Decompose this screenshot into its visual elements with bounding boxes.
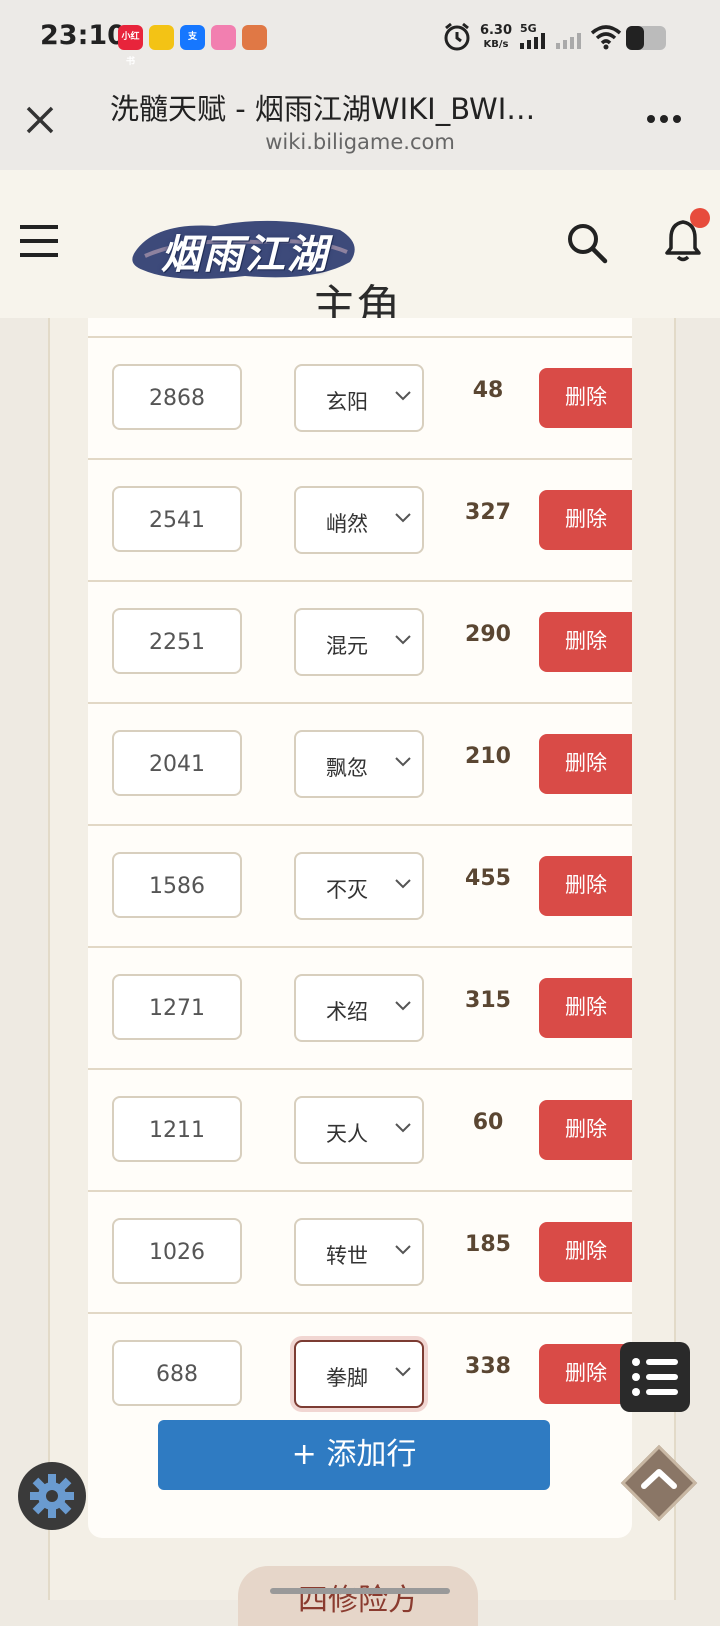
chevron-down-icon <box>395 391 411 401</box>
talent-id-input[interactable]: 1586 <box>112 852 242 918</box>
chevron-down-icon <box>395 513 411 523</box>
talent-type-value: 拳脚 <box>326 1366 368 1390</box>
table-row: 1026 转世 185 删除 <box>88 1190 632 1312</box>
talent-type-value: 术绍 <box>326 1000 368 1024</box>
table-row: 1211 天人 60 删除 <box>88 1068 632 1190</box>
talent-id-input[interactable]: 2868 <box>112 364 242 430</box>
gear-icon <box>30 1474 74 1518</box>
talent-type-select[interactable]: 天人 <box>294 1096 424 1164</box>
notification-badge <box>690 208 710 228</box>
chevron-down-icon <box>395 757 411 767</box>
table-row: 2868 玄阳 48 删除 <box>88 336 632 458</box>
talent-type-value: 混元 <box>326 634 368 658</box>
speed-unit: KB/s <box>483 39 509 50</box>
signal-icon <box>520 33 545 49</box>
flower-app-icon <box>211 25 236 50</box>
talent-type-select[interactable]: 峭然 <box>294 486 424 554</box>
delete-row-button[interactable]: 删除 <box>539 490 632 550</box>
signal-2-icon <box>556 33 581 49</box>
table-row: 2041 飘忽 210 删除 <box>88 702 632 824</box>
talent-type-select[interactable]: 术绍 <box>294 974 424 1042</box>
delete-row-button[interactable]: 删除 <box>539 1222 632 1282</box>
speed-value: 6.30 <box>479 23 513 38</box>
page-url[interactable]: wiki.biligame.com <box>0 130 720 154</box>
delete-row-button[interactable]: 删除 <box>539 612 632 672</box>
table-row: 2541 峭然 327 删除 <box>88 458 632 580</box>
list-menu-button[interactable] <box>620 1342 690 1412</box>
talent-value: 60 <box>472 1110 504 1135</box>
xiaohongshu-icon: 小红书 <box>118 25 143 67</box>
talent-type-value: 转世 <box>326 1244 368 1268</box>
status-bar: 23:10 小红书支 6.30 KB/s 5G <box>0 0 720 78</box>
talent-id-input[interactable]: 1026 <box>112 1218 242 1284</box>
settings-button[interactable] <box>18 1462 86 1530</box>
talent-type-select[interactable]: 混元 <box>294 608 424 676</box>
delete-row-button[interactable]: 删除 <box>539 734 632 794</box>
table-row: 1271 术绍 315 删除 <box>88 946 632 1068</box>
talent-type-value: 飘忽 <box>326 756 368 780</box>
talent-id-input[interactable]: 1211 <box>112 1096 242 1162</box>
chevron-down-icon <box>395 635 411 645</box>
menu-icon[interactable] <box>20 225 60 257</box>
page-title: 洗髓天赋 - 烟雨江湖WIKI_BWI… <box>110 92 536 126</box>
table-row: 1586 不灭 455 删除 <box>88 824 632 946</box>
delete-row-button[interactable]: 删除 <box>539 1344 632 1404</box>
talent-type-value: 玄阳 <box>326 390 368 414</box>
add-row-button[interactable]: + 添加行 <box>158 1420 550 1490</box>
talent-type-value: 天人 <box>326 1122 368 1146</box>
alipay-icon: 支 <box>180 25 205 50</box>
list-icon <box>632 1358 678 1396</box>
talent-value: 455 <box>465 866 511 891</box>
home-indicator[interactable] <box>270 1588 450 1594</box>
game-app-icon <box>242 25 267 50</box>
talent-value: 338 <box>465 1354 511 1379</box>
search-icon[interactable] <box>566 222 608 264</box>
bottom-section-tab[interactable]: 四修险方 <box>238 1566 478 1626</box>
talent-type-value: 不灭 <box>326 878 368 902</box>
talent-id-input[interactable]: 688 <box>112 1340 242 1406</box>
browser-toolbar: 洗髓天赋 - 烟雨江湖WIKI_BWI… wiki.biligame.com <box>0 78 720 170</box>
chevron-down-icon <box>395 1123 411 1133</box>
chevron-down-icon <box>395 879 411 889</box>
alarm-icon <box>444 22 470 51</box>
talent-value: 48 <box>472 378 504 403</box>
talent-value: 327 <box>465 500 511 525</box>
delete-row-button[interactable]: 删除 <box>539 1100 632 1160</box>
talent-rows: 2868 玄阳 48 删除 2541 峭然 327 删除 2251 混元 290… <box>88 318 632 1434</box>
talent-value: 185 <box>465 1232 511 1257</box>
table-row: 2251 混元 290 删除 <box>88 580 632 702</box>
delete-row-button[interactable]: 删除 <box>539 978 632 1038</box>
talent-type-value: 峭然 <box>326 512 368 536</box>
wifi-icon <box>590 25 622 50</box>
more-options-icon[interactable] <box>646 114 682 124</box>
talent-value: 315 <box>465 988 511 1013</box>
talent-type-select[interactable]: 拳脚 <box>294 1340 424 1408</box>
talent-id-input[interactable]: 2041 <box>112 730 242 796</box>
delete-row-button[interactable]: 删除 <box>539 368 632 428</box>
talent-table-card: 2868 玄阳 48 删除 2541 峭然 327 删除 2251 混元 290… <box>88 318 632 1538</box>
talent-id-input[interactable]: 2541 <box>112 486 242 552</box>
app-yellow-icon <box>149 25 174 50</box>
chevron-down-icon <box>395 1367 411 1377</box>
talent-id-input[interactable]: 2251 <box>112 608 242 674</box>
status-time: 23:10 <box>40 20 126 51</box>
table-row: 688 拳脚 338 删除 <box>88 1312 632 1434</box>
battery-icon <box>626 26 666 50</box>
network-speed: 6.30 KB/s <box>478 24 514 52</box>
chevron-down-icon <box>395 1245 411 1255</box>
chevron-down-icon <box>395 1001 411 1011</box>
talent-type-select[interactable]: 不灭 <box>294 852 424 920</box>
talent-type-select[interactable]: 玄阳 <box>294 364 424 432</box>
talent-value: 290 <box>465 622 511 647</box>
talent-value: 210 <box>465 744 511 769</box>
delete-row-button[interactable]: 删除 <box>539 856 632 916</box>
talent-id-input[interactable]: 1271 <box>112 974 242 1040</box>
talent-type-select[interactable]: 转世 <box>294 1218 424 1286</box>
chevron-up-icon <box>641 1469 677 1489</box>
talent-type-select[interactable]: 飘忽 <box>294 730 424 798</box>
